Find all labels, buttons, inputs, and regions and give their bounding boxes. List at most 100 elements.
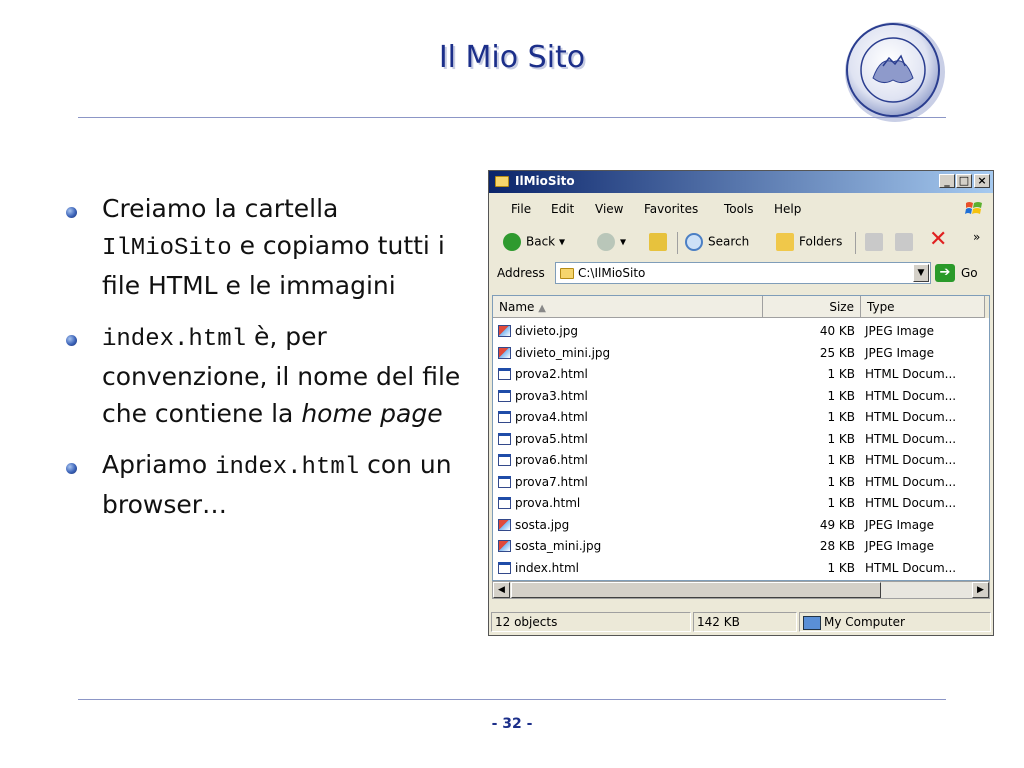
search-button[interactable]: Search [685, 233, 749, 251]
close-button[interactable]: × [974, 174, 990, 188]
status-bar: 12 objects 142 KB My Computer [489, 611, 993, 635]
table-row[interactable]: divieto.jpg 40 KB JPEG Image [493, 321, 989, 343]
file-name: prova5.html [515, 431, 588, 446]
bullet-code: index.html [102, 326, 247, 353]
bullet-italic-text: home page [301, 399, 443, 428]
menu-view[interactable]: View [595, 202, 623, 216]
file-type: HTML Docum... [865, 431, 957, 446]
toolbar-separator [855, 232, 856, 254]
folders-button[interactable]: Folders [776, 233, 842, 251]
file-size: 1 KB [827, 431, 855, 446]
bullet-icon [66, 335, 77, 346]
file-size: 49 KB [819, 517, 855, 532]
copy-to-icon [895, 233, 913, 251]
forward-button[interactable]: ▾ [597, 233, 626, 251]
scroll-right-button[interactable]: ▶ [972, 582, 989, 598]
html-file-icon [498, 389, 511, 402]
toolbar-overflow-button[interactable]: » [973, 230, 980, 244]
window-titlebar[interactable]: IlMioSito _ □ × [489, 171, 993, 193]
windows-logo-icon [965, 202, 982, 214]
file-type: HTML Docum... [865, 367, 957, 381]
table-row[interactable]: prova7.html 1 KB HTML Docum... [493, 472, 989, 494]
column-header-size[interactable]: Size [763, 296, 861, 318]
go-arrow-icon[interactable]: ➔ [935, 264, 955, 282]
copy-to-button[interactable] [895, 233, 918, 251]
jpeg-file-icon [498, 540, 511, 552]
explorer-window: IlMioSito _ □ × File Edit View Favorites… [488, 170, 994, 636]
file-size: 1 KB [827, 474, 855, 489]
back-arrow-icon [503, 233, 521, 251]
file-name: prova3.html [515, 388, 588, 403]
table-row[interactable]: index.html 1 KB HTML Docum... [493, 558, 989, 580]
column-header-type[interactable]: Type [861, 296, 985, 318]
politecnico-seal-logo [845, 22, 945, 122]
file-type: JPEG Image [865, 539, 935, 553]
file-type: HTML Docum... [865, 410, 957, 424]
toolbar: Back ▾ ▾ Search Folders ✕ » [489, 227, 993, 256]
page-number: - 32 - [491, 716, 533, 732]
table-row[interactable]: sosta.jpg 49 KB JPEG Image [493, 515, 989, 537]
bottom-divider [78, 699, 946, 700]
bullet-code: index.html [215, 454, 360, 481]
jpeg-file-icon [498, 325, 511, 337]
table-row[interactable]: sosta_mini.jpg 28 KB JPEG Image [493, 536, 989, 558]
maximize-button[interactable]: □ [956, 174, 972, 188]
window-title: IlMioSito [515, 174, 575, 188]
bullet-item: index.html è, per convenzione, il nome d… [60, 318, 470, 432]
bullet-text: Apriamo [102, 450, 216, 479]
status-total-size: 142 KB [693, 612, 797, 632]
menu-edit[interactable]: Edit [551, 202, 574, 216]
move-to-icon [865, 233, 883, 251]
search-icon [685, 233, 703, 251]
forward-arrow-icon [597, 233, 615, 251]
address-dropdown-button[interactable]: ▼ [913, 264, 929, 282]
file-name: prova6.html [515, 453, 588, 467]
menu-tools[interactable]: Tools [724, 202, 754, 216]
horizontal-scrollbar[interactable]: ◀ ▶ [492, 581, 990, 599]
go-button[interactable]: Go [961, 266, 978, 280]
address-bar: Address C:\IlMioSito ▼ ➔ Go [489, 260, 993, 286]
html-file-icon [498, 454, 511, 466]
back-button[interactable]: Back ▾ [503, 233, 565, 251]
file-list: Name ▲ Size Type divieto.jpg 40 KB JPEG Im… [492, 295, 990, 581]
table-row[interactable]: prova6.html 1 KB HTML Docum... [493, 450, 989, 472]
file-name: prova7.html [515, 474, 588, 489]
bullet-item: Apriamo index.html con un browser… [60, 446, 470, 523]
table-row[interactable]: divieto_mini.jpg 25 KB JPEG Image [493, 343, 989, 365]
table-row[interactable]: prova4.html 1 KB HTML Docum... [493, 407, 989, 429]
table-row[interactable]: prova2.html 1 KB HTML Docum... [493, 364, 989, 386]
menu-help[interactable]: Help [774, 202, 801, 216]
status-zone: My Computer [799, 612, 991, 632]
column-header-row: Name ▲ Size Type [493, 296, 989, 318]
scroll-thumb[interactable] [511, 582, 881, 598]
move-to-button[interactable] [865, 233, 888, 251]
file-name: prova4.html [515, 410, 588, 424]
file-size: 25 KB [819, 345, 855, 360]
top-divider [78, 117, 946, 118]
file-name: divieto.jpg [515, 324, 578, 338]
menu-file[interactable]: File [511, 202, 531, 216]
minimize-button[interactable]: _ [939, 174, 955, 188]
folders-icon [776, 233, 794, 251]
html-file-icon [498, 561, 511, 574]
table-row[interactable]: prova3.html 1 KB HTML Docum... [493, 386, 989, 408]
file-size: 40 KB [819, 324, 855, 338]
table-row[interactable]: prova.html 1 KB HTML Docum... [493, 493, 989, 515]
table-row[interactable]: prova5.html 1 KB HTML Docum... [493, 429, 989, 451]
up-folder-icon [649, 233, 667, 251]
status-object-count: 12 objects [491, 612, 691, 632]
file-name: sosta_mini.jpg [515, 539, 602, 553]
folder-icon [560, 268, 574, 279]
delete-button[interactable]: ✕ [929, 227, 947, 252]
menu-favorites[interactable]: Favorites [644, 202, 698, 216]
file-type: JPEG Image [865, 345, 935, 360]
up-folder-button[interactable] [649, 233, 672, 251]
scroll-left-button[interactable]: ◀ [493, 582, 510, 598]
address-input[interactable]: C:\IlMioSito ▼ [555, 262, 931, 284]
address-value: C:\IlMioSito [578, 266, 646, 280]
delete-x-icon: ✕ [929, 227, 948, 252]
file-name: sosta.jpg [515, 517, 570, 532]
column-header-name[interactable]: Name ▲ [493, 296, 763, 318]
bullet-list: Creiamo la cartella IlMioSito e copiamo … [60, 190, 470, 537]
bullet-item: Creiamo la cartella IlMioSito e copiamo … [60, 190, 470, 304]
